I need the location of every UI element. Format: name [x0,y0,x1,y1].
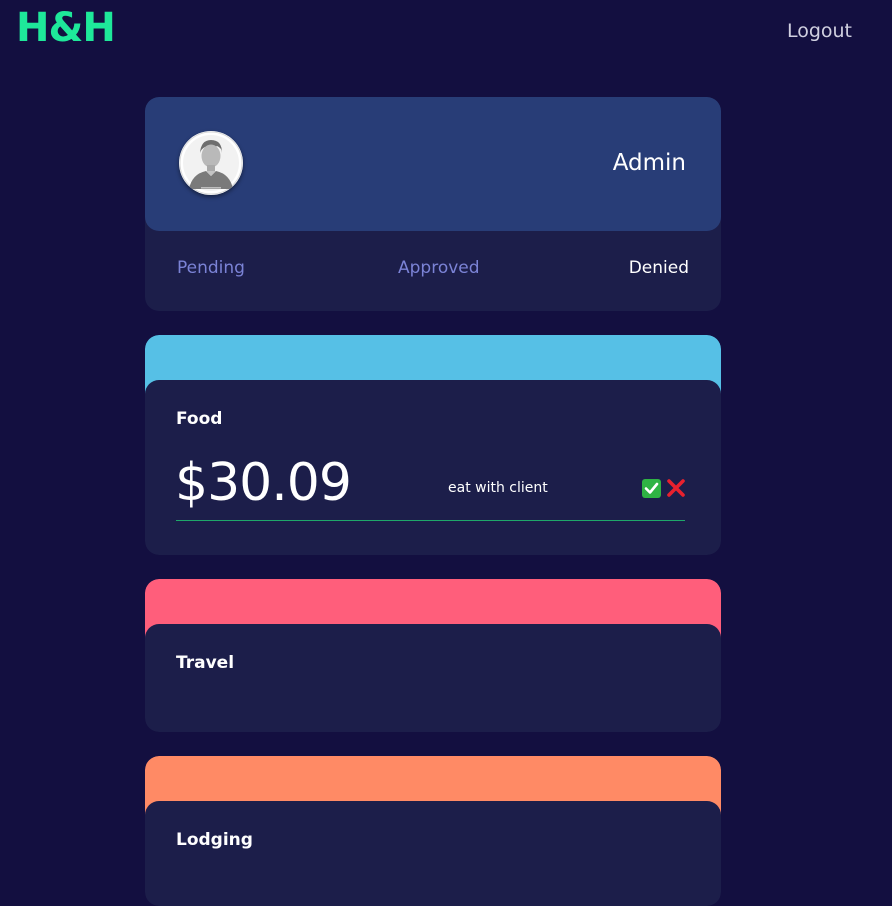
expense-card-food: Food $30.09 eat with client [145,335,721,555]
deny-icon [667,479,685,497]
expense-category: Travel [176,653,235,673]
expense-category: Food [176,409,223,429]
expense-body: Lodging [145,801,721,906]
user-role-label: Admin [612,150,686,176]
expense-body: Food $30.09 eat with client [145,380,721,555]
profile-header: Admin [145,97,721,231]
status-tabs: Pending Approved Denied [145,231,721,311]
tab-pending[interactable]: Pending [177,256,245,280]
avatar [179,131,243,195]
expense-card-lodging: Lodging [145,756,721,906]
approve-button[interactable] [642,479,661,498]
amount-underline [176,520,685,521]
brand-logo[interactable]: H&H [16,4,116,52]
main-content: Admin Pending Approved Denied Food $30.0… [145,97,721,906]
deny-button[interactable] [665,477,687,499]
tab-approved[interactable]: Approved [398,256,480,280]
top-bar: H&H Logout [0,0,892,60]
logout-link[interactable]: Logout [787,19,852,43]
expense-card-travel: Travel [145,579,721,732]
tab-denied[interactable]: Denied [629,256,689,280]
expense-body: Travel [145,624,721,732]
expense-note: eat with client [448,480,548,496]
user-avatar-icon [179,131,243,195]
approve-icon [644,482,659,494]
expense-amount: $30.09 [175,453,352,513]
expense-category: Lodging [176,830,253,850]
profile-card: Admin Pending Approved Denied [145,97,721,311]
